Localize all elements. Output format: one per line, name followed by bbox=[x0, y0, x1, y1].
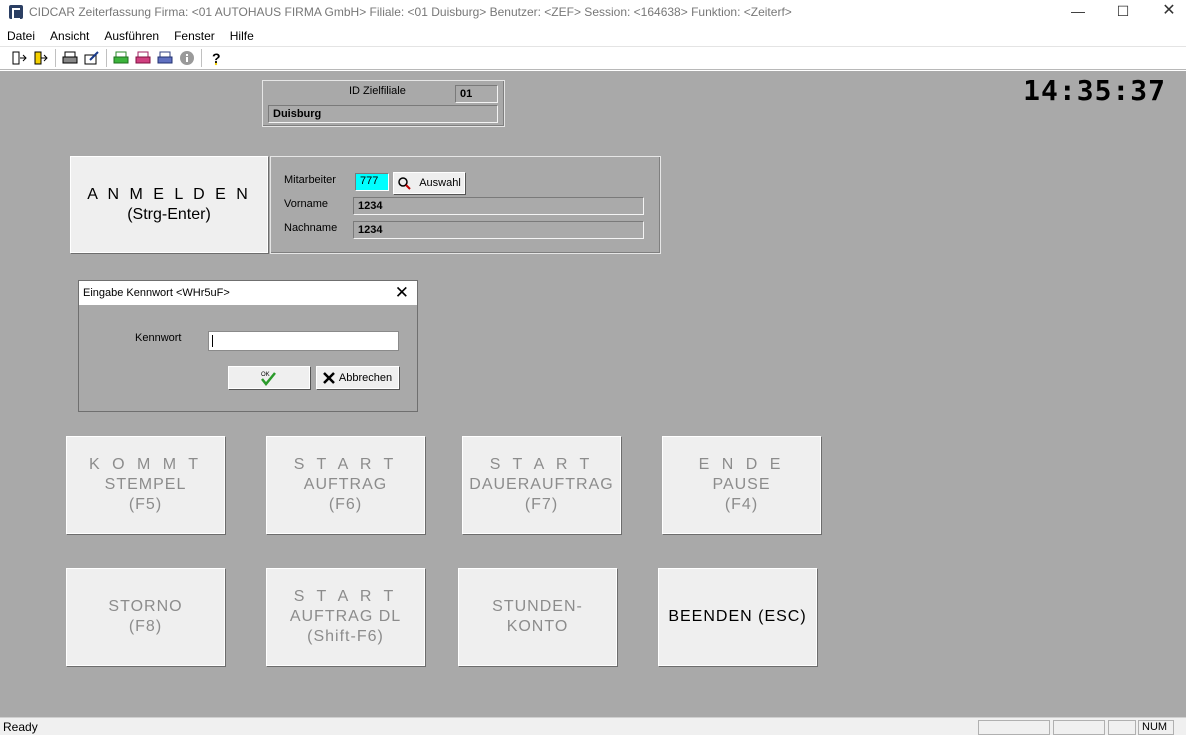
start-auftrag-line2: AUFTRAG bbox=[303, 476, 388, 493]
start-dl-line3: (Shift-F6) bbox=[307, 628, 384, 645]
anmelden-label: A N M E L D E N bbox=[87, 185, 251, 203]
print-icon[interactable] bbox=[59, 48, 81, 68]
kommt-line2: STEMPEL bbox=[104, 476, 187, 493]
vorname-label: Vorname bbox=[284, 198, 329, 210]
help-icon[interactable]: ? bbox=[205, 48, 227, 68]
menu-datei[interactable]: Datei bbox=[0, 29, 43, 43]
close-window-button[interactable]: ✕ bbox=[1146, 0, 1186, 24]
clock-display: 14:35:37 bbox=[1023, 74, 1166, 107]
dialog-title: Eingabe Kennwort <WHr5uF> bbox=[83, 287, 230, 299]
start-auftrag-dl-button[interactable]: S T A R T AUFTRAG DL (Shift-F6) bbox=[266, 568, 425, 666]
print-red-icon[interactable] bbox=[132, 48, 154, 68]
toolbar-separator bbox=[106, 49, 107, 67]
auswahl-button[interactable]: Auswahl bbox=[393, 172, 465, 194]
start-dauer-line3: (F7) bbox=[524, 496, 559, 513]
kennwort-dialog: Eingabe Kennwort <WHr5uF> ✕ Kennwort OK … bbox=[78, 280, 418, 412]
title-bar: CIDCAR Zeiterfassung Firma: <01 AUTOHAUS… bbox=[0, 0, 1186, 24]
mitarbeiter-label: Mitarbeiter bbox=[284, 174, 336, 186]
workspace: ID Zielfiliale 01 Duisburg A N M E L D E… bbox=[0, 71, 1186, 717]
window-title: CIDCAR Zeiterfassung Firma: <01 AUTOHAUS… bbox=[29, 5, 792, 19]
stundenkonto-button[interactable]: STUNDEN- KONTO bbox=[458, 568, 617, 666]
start-dl-line1: S T A R T bbox=[293, 588, 398, 605]
dialog-close-icon[interactable]: ✕ bbox=[395, 283, 409, 303]
ende-pause-button[interactable]: E N D E PAUSE (F4) bbox=[662, 436, 821, 534]
toolbar-separator bbox=[201, 49, 202, 67]
start-dauerauftrag-button[interactable]: S T A R T DAUERAUFTRAG (F7) bbox=[462, 436, 621, 534]
stundenkonto-line1: STUNDEN- bbox=[492, 598, 583, 615]
print-blue-icon[interactable] bbox=[154, 48, 176, 68]
mitarbeiter-panel: Mitarbeiter 777 Auswahl Vorname 1234 Nac… bbox=[270, 156, 661, 254]
login-icon[interactable] bbox=[8, 48, 30, 68]
status-cell-1 bbox=[978, 720, 1050, 735]
start-auftrag-line3: (F6) bbox=[328, 496, 363, 513]
filiale-name-field: Duisburg bbox=[268, 105, 498, 123]
maximize-button[interactable]: ☐ bbox=[1100, 0, 1146, 24]
status-cell-3 bbox=[1108, 720, 1136, 735]
status-ready: Ready bbox=[3, 720, 38, 734]
dialog-title-bar: Eingabe Kennwort <WHr5uF> ✕ bbox=[79, 281, 417, 305]
start-dl-line2: AUFTRAG DL bbox=[289, 608, 402, 625]
mitarbeiter-id-field[interactable]: 777 bbox=[355, 173, 389, 191]
storno-line2: (F8) bbox=[128, 618, 163, 635]
status-num: NUM bbox=[1138, 720, 1174, 735]
menu-hilfe[interactable]: Hilfe bbox=[223, 29, 262, 43]
abbrechen-button[interactable]: Abbrechen bbox=[316, 366, 399, 389]
beenden-button[interactable]: BEENDEN (ESC) bbox=[658, 568, 817, 666]
auswahl-label: Auswahl bbox=[419, 177, 461, 189]
app-icon bbox=[9, 5, 23, 20]
filiale-panel: ID Zielfiliale 01 Duisburg bbox=[262, 80, 505, 127]
ende-pause-line3: (F4) bbox=[724, 496, 759, 513]
start-auftrag-line1: S T A R T bbox=[293, 456, 398, 473]
stundenkonto-line2: KONTO bbox=[506, 618, 569, 635]
status-cell-2 bbox=[1053, 720, 1105, 735]
start-auftrag-button[interactable]: S T A R T AUFTRAG (F6) bbox=[266, 436, 425, 534]
ok-button[interactable]: OK bbox=[228, 366, 310, 389]
minimize-button[interactable]: — bbox=[1055, 0, 1101, 24]
edit-icon[interactable] bbox=[81, 48, 103, 68]
start-dauer-line1: S T A R T bbox=[489, 456, 594, 473]
print-green-icon[interactable] bbox=[110, 48, 132, 68]
menu-ansicht[interactable]: Ansicht bbox=[43, 29, 97, 43]
menu-fenster[interactable]: Fenster bbox=[167, 29, 223, 43]
kommt-line1: K O M M T bbox=[88, 456, 203, 473]
ende-pause-line2: PAUSE bbox=[712, 476, 771, 493]
menu-ausfuehren[interactable]: Ausführen bbox=[97, 29, 167, 43]
filiale-id-field: 01 bbox=[455, 85, 498, 103]
ende-pause-line1: E N D E bbox=[698, 456, 785, 473]
start-dauer-line2: DAUERAUFTRAG bbox=[469, 476, 614, 493]
storno-line1: STORNO bbox=[108, 598, 183, 615]
filiale-label: ID Zielfiliale bbox=[349, 85, 406, 97]
vorname-field: 1234 bbox=[353, 197, 644, 215]
kommt-line3: (F5) bbox=[128, 496, 163, 513]
kennwort-label: Kennwort bbox=[135, 332, 182, 344]
ok-check-icon: OK bbox=[260, 370, 278, 386]
menu-bar: Datei Ansicht Ausführen Fenster Hilfe bbox=[0, 26, 1186, 45]
toolbar-separator bbox=[55, 49, 56, 67]
abbrechen-label: Abbrechen bbox=[338, 371, 393, 384]
beenden-label: BEENDEN (ESC) bbox=[668, 608, 807, 625]
anmelden-shortcut: (Strg-Enter) bbox=[127, 205, 211, 223]
info-icon[interactable] bbox=[176, 48, 198, 68]
search-icon bbox=[397, 176, 411, 190]
kommt-stempel-button[interactable]: K O M M T STEMPEL (F5) bbox=[66, 436, 225, 534]
nachname-label: Nachname bbox=[284, 222, 338, 234]
cancel-x-icon bbox=[323, 371, 335, 384]
status-bar: Ready NUM bbox=[0, 717, 1186, 735]
kennwort-input[interactable] bbox=[208, 331, 399, 351]
storno-button[interactable]: STORNO (F8) bbox=[66, 568, 225, 666]
anmelden-button[interactable]: A N M E L D E N (Strg-Enter) bbox=[70, 156, 268, 253]
logout-icon[interactable] bbox=[30, 48, 52, 68]
nachname-field: 1234 bbox=[353, 221, 644, 239]
toolbar: ? bbox=[0, 46, 1186, 70]
ok-label: OK bbox=[261, 372, 270, 378]
